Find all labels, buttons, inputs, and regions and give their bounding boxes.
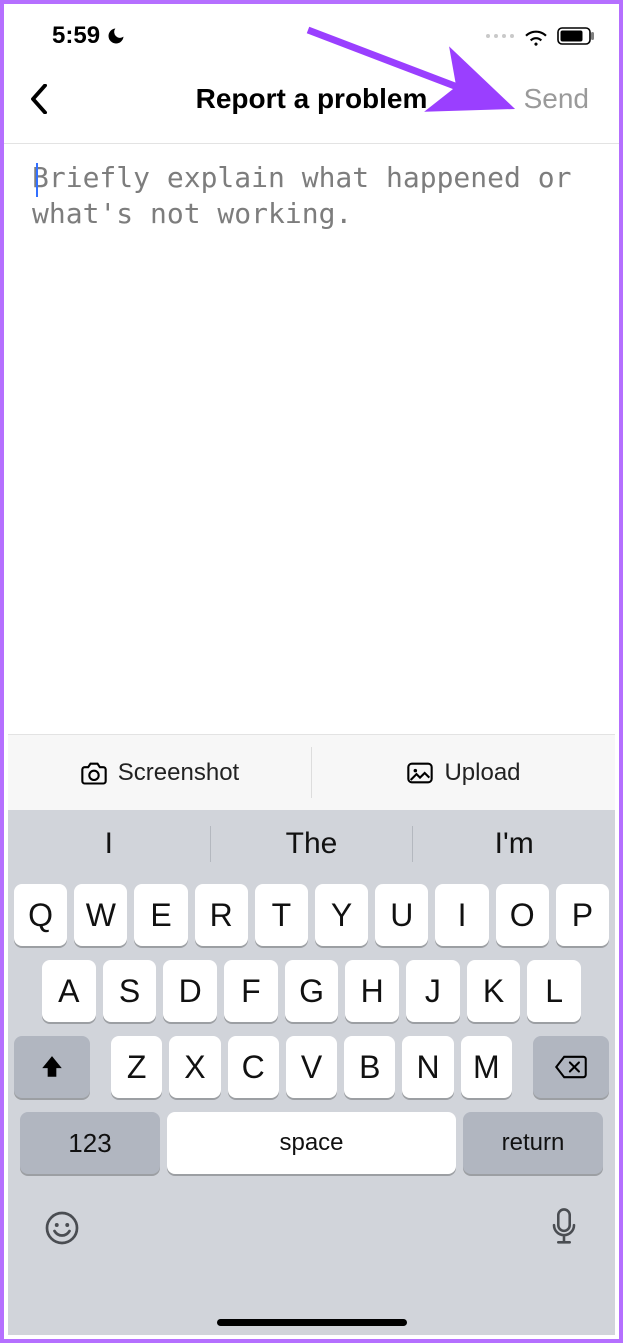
space-key[interactable]: space [167,1112,456,1174]
text-cursor [36,163,38,197]
key-row-1: Q W E R T Y U I O P [14,884,609,946]
key-j[interactable]: J [406,960,460,1022]
moon-icon [106,26,126,46]
home-indicator [217,1319,407,1326]
shift-key[interactable] [14,1036,90,1098]
status-bar: 5:59 [4,4,619,62]
key-u[interactable]: U [375,884,428,946]
keyboard: I The I'm Q W E R T Y U I O P A S D F G … [8,810,615,1335]
key-a[interactable]: A [42,960,96,1022]
screenshot-button[interactable]: Screenshot [8,735,311,810]
back-button[interactable] [28,79,68,119]
signal-dots-icon [485,31,515,41]
key-b[interactable]: B [344,1036,395,1098]
emoji-button[interactable] [44,1210,80,1246]
app-bar: Report a problem Send [4,62,619,144]
status-left: 5:59 [52,22,126,50]
problem-text-wrap [4,144,619,741]
status-right [485,26,595,46]
key-z[interactable]: Z [111,1036,162,1098]
suggestion-1[interactable]: I [8,827,210,861]
key-q[interactable]: Q [14,884,67,946]
screenshot-label: Screenshot [118,759,239,787]
emoji-icon [44,1210,80,1246]
wifi-icon [523,26,549,46]
problem-input[interactable] [32,160,591,720]
backspace-icon [554,1054,588,1080]
key-s[interactable]: S [103,960,157,1022]
key-w[interactable]: W [74,884,127,946]
key-k[interactable]: K [467,960,521,1022]
suggestion-3[interactable]: I'm [413,827,615,861]
key-row-3: Z X C V B N M [14,1036,609,1098]
key-e[interactable]: E [134,884,187,946]
suggestion-bar: I The I'm [8,810,615,878]
key-f[interactable]: F [224,960,278,1022]
camera-icon [80,761,108,785]
key-g[interactable]: G [285,960,339,1022]
dictation-button[interactable] [549,1208,579,1248]
battery-icon [557,27,595,45]
suggestion-2[interactable]: The [211,827,413,861]
image-icon [406,761,434,785]
key-x[interactable]: X [169,1036,220,1098]
key-h[interactable]: H [345,960,399,1022]
keyboard-footer [8,1178,615,1268]
key-row-4: 123 space return [14,1112,609,1174]
numbers-key[interactable]: 123 [20,1112,160,1174]
key-y[interactable]: Y [315,884,368,946]
shift-icon [39,1054,65,1080]
key-d[interactable]: D [163,960,217,1022]
key-p[interactable]: P [556,884,609,946]
key-m[interactable]: M [461,1036,512,1098]
key-l[interactable]: L [527,960,581,1022]
chevron-left-icon [28,84,50,114]
backspace-key[interactable] [533,1036,609,1098]
key-c[interactable]: C [228,1036,279,1098]
key-row-2: A S D F G H J K L [14,960,609,1022]
page-title: Report a problem [196,83,428,115]
key-i[interactable]: I [435,884,488,946]
upload-button[interactable]: Upload [312,735,615,810]
key-v[interactable]: V [286,1036,337,1098]
status-time: 5:59 [52,22,100,50]
key-r[interactable]: R [195,884,248,946]
return-key[interactable]: return [463,1112,603,1174]
key-t[interactable]: T [255,884,308,946]
mic-icon [549,1208,579,1248]
attach-bar: Screenshot Upload [8,734,615,810]
send-button[interactable]: Send [524,83,595,115]
upload-label: Upload [444,759,520,787]
key-o[interactable]: O [496,884,549,946]
key-n[interactable]: N [402,1036,453,1098]
